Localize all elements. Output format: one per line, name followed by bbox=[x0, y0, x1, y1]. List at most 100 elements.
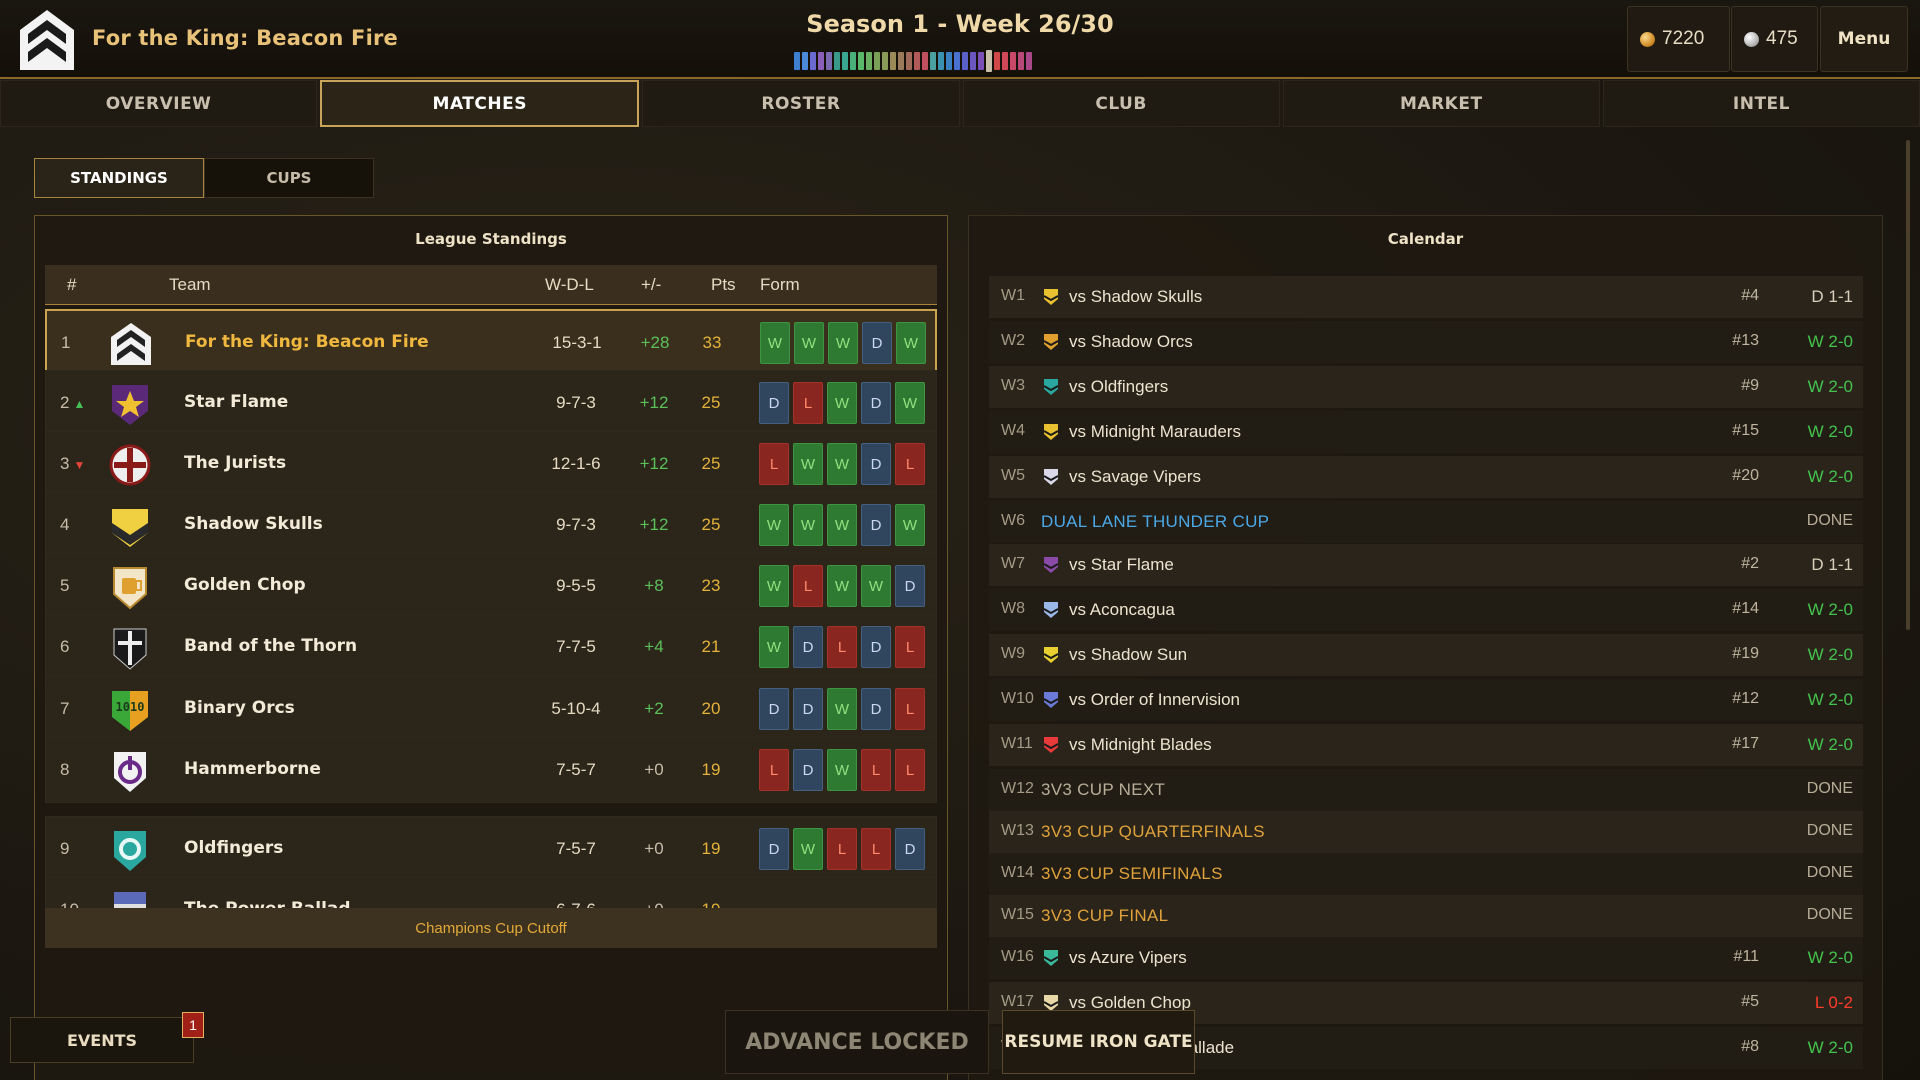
calendar-opponent: vs Midnight Marauders bbox=[1069, 422, 1241, 441]
silver-coin-icon bbox=[1744, 31, 1759, 47]
tab-roster[interactable]: ROSTER bbox=[642, 80, 960, 127]
calendar-opponent: vs Midnight Blades bbox=[1069, 735, 1212, 754]
match-result: W 2-0 bbox=[1807, 690, 1853, 709]
rank-number: 9 bbox=[60, 839, 70, 858]
team-record: 9-7-3 bbox=[556, 393, 596, 412]
advance-locked-button[interactable]: ADVANCE LOCKED bbox=[725, 1010, 989, 1074]
calendar-match-row[interactable]: W2 vs Shadow Orcs #13 W 2-0 bbox=[989, 321, 1863, 363]
standings-row[interactable]: 9 Oldfingers 7-5-7 +0 19 D W L L D bbox=[45, 816, 937, 882]
header-form: Form bbox=[760, 275, 800, 294]
tab-club[interactable]: CLUB bbox=[962, 80, 1280, 127]
season-week-title: Season 1 - Week 26/30 bbox=[806, 10, 1114, 38]
team-points: 21 bbox=[701, 637, 721, 656]
standings-row[interactable]: 5 Golden Chop 9-5-5 +8 23 W L W W D bbox=[45, 553, 937, 619]
resume-iron-gate-button[interactable]: RESUME IRON GATE bbox=[1002, 1010, 1195, 1074]
match-result: W 2-0 bbox=[1807, 422, 1853, 441]
calendar-match-row[interactable]: W10 vs Order of Innervision #12 W 2-0 bbox=[989, 679, 1863, 721]
week-progress-segment bbox=[946, 52, 952, 70]
standings-row[interactable]: 4 Shadow Skulls 9-7-3 +12 25 W W W D W bbox=[45, 492, 937, 558]
form-result: W bbox=[759, 626, 789, 668]
calendar-cup-row[interactable]: W14 3V3 CUP SEMIFINALS DONE bbox=[989, 853, 1863, 895]
goal-difference: +12 bbox=[639, 454, 669, 473]
calendar-cup-row[interactable]: W6 DUAL LANE THUNDER CUP DONE bbox=[989, 501, 1863, 543]
standings-row[interactable]: 7 1010 Binary Orcs 5-10-4 +2 20 D D W D L bbox=[45, 676, 937, 742]
team-name[interactable]: Hammerborne bbox=[184, 759, 321, 779]
tab-matches[interactable]: MATCHES bbox=[320, 80, 640, 127]
calendar-match-row[interactable]: W4 vs Midnight Marauders #15 W 2-0 bbox=[989, 411, 1863, 453]
goal-difference: +8 bbox=[644, 576, 664, 595]
form-result: W bbox=[759, 504, 789, 546]
calendar-match-row[interactable]: W16 vs Azure Vipers #11 W 2-0 bbox=[989, 937, 1863, 979]
week-progress-segment bbox=[1018, 52, 1024, 70]
team-rank: 9 bbox=[60, 839, 96, 859]
team-form: DDWDL bbox=[759, 688, 925, 730]
events-button[interactable]: EVENTS bbox=[10, 1017, 194, 1063]
standings-row[interactable]: 2 ▲ Star Flame 9-7-3 +12 25 D L W D W bbox=[45, 370, 937, 436]
calendar-cup-row[interactable]: W13 3V3 CUP QUARTERFINALS DONE bbox=[989, 811, 1863, 853]
opponent-rank: #4 bbox=[1741, 287, 1759, 304]
rank-number: 6 bbox=[60, 637, 70, 656]
calendar-match-row[interactable]: W7 vs Star Flame #2 D 1-1 bbox=[989, 544, 1863, 586]
standings-row[interactable]: 8 Hammerborne 7-5-7 +0 19 L D W L L bbox=[45, 737, 937, 803]
sword-badge-icon bbox=[108, 625, 152, 671]
week-progress-segment bbox=[922, 52, 928, 70]
tab-market[interactable]: MARKET bbox=[1282, 80, 1600, 127]
calendar-cup-name: DUAL LANE THUNDER CUP bbox=[1041, 512, 1270, 531]
calendar-cup-name: 3V3 CUP FINAL bbox=[1041, 906, 1169, 925]
form-result: L bbox=[827, 626, 857, 668]
calendar-match-row[interactable]: W8 vs Aconcagua #14 W 2-0 bbox=[989, 589, 1863, 631]
team-name[interactable]: Binary Orcs bbox=[184, 698, 295, 718]
subtab-cups[interactable]: CUPS bbox=[204, 158, 374, 198]
form-result: L bbox=[895, 749, 925, 791]
calendar-week: W3 bbox=[1001, 377, 1025, 394]
goal-difference: +0 bbox=[644, 760, 664, 779]
team-name[interactable]: The Jurists bbox=[184, 453, 286, 473]
subtab-standings[interactable]: STANDINGS bbox=[34, 158, 204, 198]
cross-shield-badge-icon bbox=[108, 442, 152, 488]
calendar-opponent: vs Shadow Sun bbox=[1069, 645, 1188, 664]
week-progress-segment bbox=[906, 52, 912, 70]
week-progress-segment bbox=[866, 52, 872, 70]
team-name[interactable]: Band of the Thorn bbox=[184, 636, 357, 656]
week-progress-segment bbox=[978, 52, 984, 70]
tab-intel[interactable]: INTEL bbox=[1602, 80, 1920, 127]
team-name[interactable]: Golden Chop bbox=[184, 575, 306, 595]
team-points: 25 bbox=[701, 393, 721, 412]
calendar-cup-row[interactable]: W15 3V3 CUP FINAL DONE bbox=[989, 895, 1863, 937]
team-name[interactable]: Star Flame bbox=[184, 392, 288, 412]
header-rank: # bbox=[67, 275, 77, 294]
opponent-rank: #20 bbox=[1732, 467, 1759, 484]
menu-button[interactable]: Menu bbox=[1820, 6, 1908, 72]
calendar-match-row[interactable]: W11 vs Midnight Blades #17 W 2-0 bbox=[989, 724, 1863, 766]
opponent-crest-icon bbox=[1043, 602, 1059, 618]
match-result: DONE bbox=[1806, 822, 1853, 839]
calendar-week: W4 bbox=[1001, 422, 1025, 439]
page-scrollbar[interactable] bbox=[1906, 140, 1910, 630]
opponent-rank: #15 bbox=[1732, 422, 1759, 439]
goal-difference: +0 bbox=[644, 839, 664, 858]
form-result: W bbox=[759, 565, 789, 607]
match-result: DONE bbox=[1806, 906, 1853, 923]
form-result: W bbox=[861, 565, 891, 607]
team-name[interactable]: Oldfingers bbox=[184, 838, 283, 858]
team-name[interactable]: Shadow Skulls bbox=[184, 514, 323, 534]
standings-row[interactable]: 1 For the King: Beacon Fire 15-3-1 +28 33 W W W… bbox=[45, 309, 937, 375]
week-progress-segment bbox=[890, 52, 896, 70]
calendar-week: W14 bbox=[1001, 864, 1034, 881]
form-result: D bbox=[759, 688, 789, 730]
team-points: 23 bbox=[701, 576, 721, 595]
week-progress-segment bbox=[858, 52, 864, 70]
calendar-match-row[interactable]: W5 vs Savage Vipers #20 W 2-0 bbox=[989, 456, 1863, 498]
calendar-cup-row[interactable]: W12 3V3 CUP NEXT DONE bbox=[989, 769, 1863, 811]
calendar-match-row[interactable]: W9 vs Shadow Sun #19 W 2-0 bbox=[989, 634, 1863, 676]
calendar-match-row[interactable]: W3 vs Oldfingers #9 W 2-0 bbox=[989, 366, 1863, 408]
standings-row[interactable]: 6 Band of the Thorn 7-7-5 +4 21 W D L D L bbox=[45, 614, 937, 680]
club-name: For the King: Beacon Fire bbox=[92, 26, 398, 50]
form-result: D bbox=[759, 828, 789, 870]
standings-row[interactable]: 3 ▼ The Jurists 12-1-6 +12 25 L W W D L bbox=[45, 431, 937, 497]
team-name[interactable]: For the King: Beacon Fire bbox=[185, 332, 429, 352]
tab-overview[interactable]: OVERVIEW bbox=[0, 80, 318, 127]
calendar-match-row[interactable]: W1 vs Shadow Skulls #4 D 1-1 bbox=[989, 276, 1863, 318]
week-progress-segment bbox=[1002, 52, 1008, 70]
power-badge-icon bbox=[108, 748, 152, 794]
